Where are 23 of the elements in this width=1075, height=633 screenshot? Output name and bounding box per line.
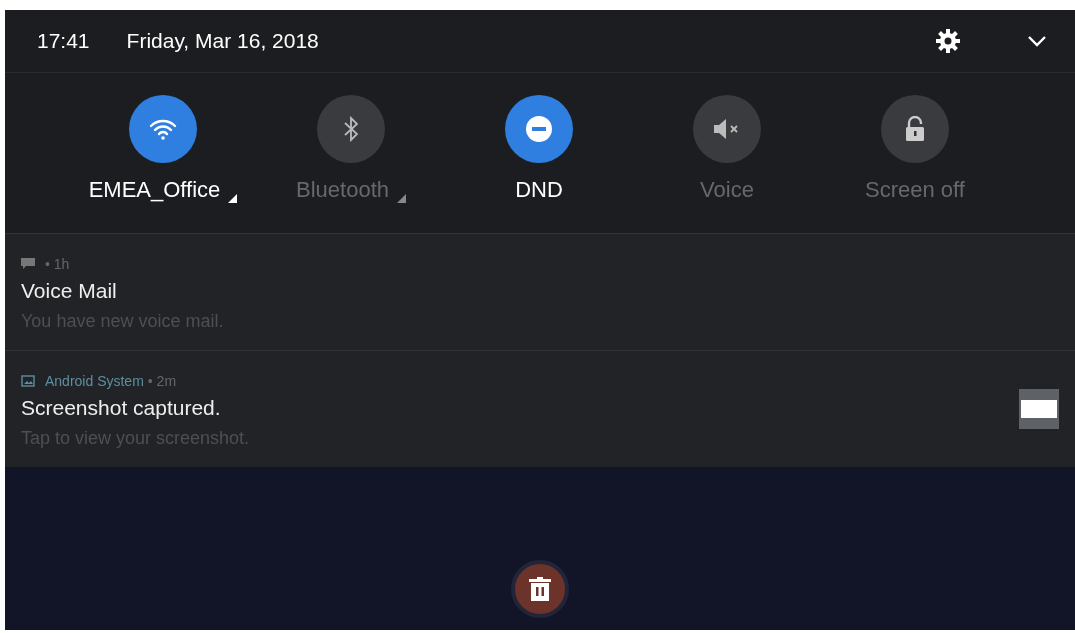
unlock-icon	[904, 116, 926, 142]
trash-icon	[529, 577, 551, 601]
tile-label: EMEA_Office	[88, 177, 221, 203]
time: 17:41	[37, 29, 90, 53]
message-icon	[21, 257, 35, 270]
image-icon	[21, 374, 35, 387]
notification-title: Voice Mail	[21, 278, 118, 303]
notification-time: • 2m	[147, 372, 177, 389]
tile-label: Bluetooth	[296, 177, 389, 203]
chevron-down-icon[interactable]	[1027, 35, 1047, 47]
tile-label: Voice	[700, 177, 754, 203]
app-name: Android System	[45, 372, 144, 389]
quick-setting-tile[interactable]: DND	[445, 95, 633, 203]
bluetooth-icon	[344, 116, 358, 142]
tile-label: Screen off	[865, 177, 965, 203]
quick-setting-tile[interactable]: EMEA_Office	[69, 95, 257, 203]
settings-icon[interactable]	[935, 28, 961, 54]
tile-label: DND	[515, 177, 563, 203]
date: Friday, Mar 16, 2018	[126, 29, 320, 53]
minus-circle-icon	[525, 115, 553, 143]
notification-title: Screenshot captured.	[21, 395, 222, 420]
wifi-icon	[149, 118, 177, 140]
notification-time: • 1h	[45, 255, 70, 272]
